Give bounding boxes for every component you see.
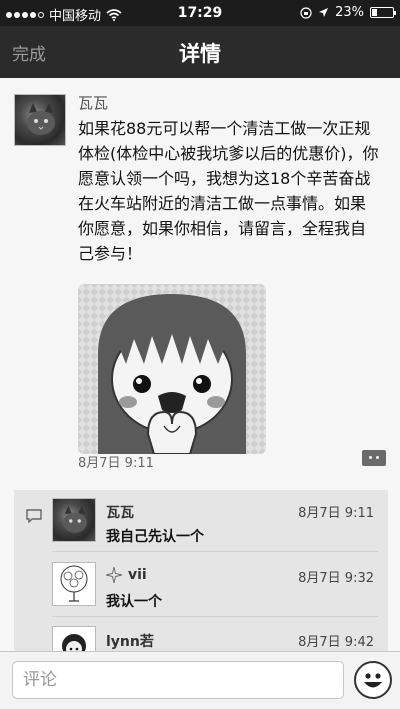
comment-bubble-icon [26, 509, 42, 523]
navigation-bar: 完成 详情 [0, 26, 400, 78]
status-bar: 中国移动 17:29 23% [0, 0, 400, 26]
emoji-button[interactable] [354, 661, 392, 699]
cartoon-girl-illustration [98, 294, 246, 455]
battery-percent: 23% [335, 5, 364, 20]
comment-author[interactable]: vii [128, 567, 147, 583]
comment-divider [52, 551, 378, 552]
location-arrow-icon [319, 8, 329, 17]
comment-author[interactable]: 瓦瓦 [106, 502, 134, 522]
comment-input[interactable]: 评论 [12, 661, 344, 699]
cat-photo-icon [63, 505, 87, 533]
status-right: 23% [300, 5, 396, 20]
post-body: 如果花88元可以帮一个清洁工做一次正规体检(体检中心被我坑爹以后的优惠价)，你愿… [78, 119, 379, 263]
sparkle-icon [106, 567, 122, 583]
comment-avatar[interactable] [52, 562, 96, 606]
page-title: 详情 [179, 42, 221, 66]
rotation-lock-icon [300, 6, 312, 19]
post-detail[interactable]: 瓦瓦 如果花88元可以帮一个清洁工做一次正规体检(体检中心被我坑爹以后的优惠价)… [0, 78, 400, 651]
comment-divider [52, 616, 378, 617]
comment-composer: 评论 [0, 651, 400, 709]
comment-text: 我认一个 [106, 594, 162, 610]
comment-timestamp: 8月7日 9:32 [298, 571, 374, 586]
cat-photo-icon [27, 103, 55, 135]
cartoon-avatar-icon [62, 634, 86, 651]
comment-text: 我自己先认一个 [106, 529, 204, 545]
comment-timestamp: 8月7日 9:11 [298, 506, 374, 521]
tree-drawing-icon [60, 565, 88, 602]
comment-author[interactable]: lynn若 [106, 631, 154, 651]
comment-timestamp: 8月7日 9:42 [298, 635, 374, 650]
comment-avatar[interactable] [52, 626, 96, 651]
comment-avatar[interactable] [52, 498, 96, 542]
author-avatar[interactable] [14, 94, 66, 146]
comment-action-button[interactable] [362, 450, 386, 466]
post-image[interactable] [78, 284, 266, 455]
smiley-face-icon [364, 673, 382, 688]
battery-icon [370, 7, 396, 18]
comments-section: 瓦瓦 8月7日 9:11 我自己先认一个 vii 8月7日 9:32 我认一个 [14, 490, 388, 651]
post-author-name[interactable]: 瓦瓦 [78, 92, 108, 113]
post-timestamp: 8月7日 9:11 [78, 456, 154, 471]
